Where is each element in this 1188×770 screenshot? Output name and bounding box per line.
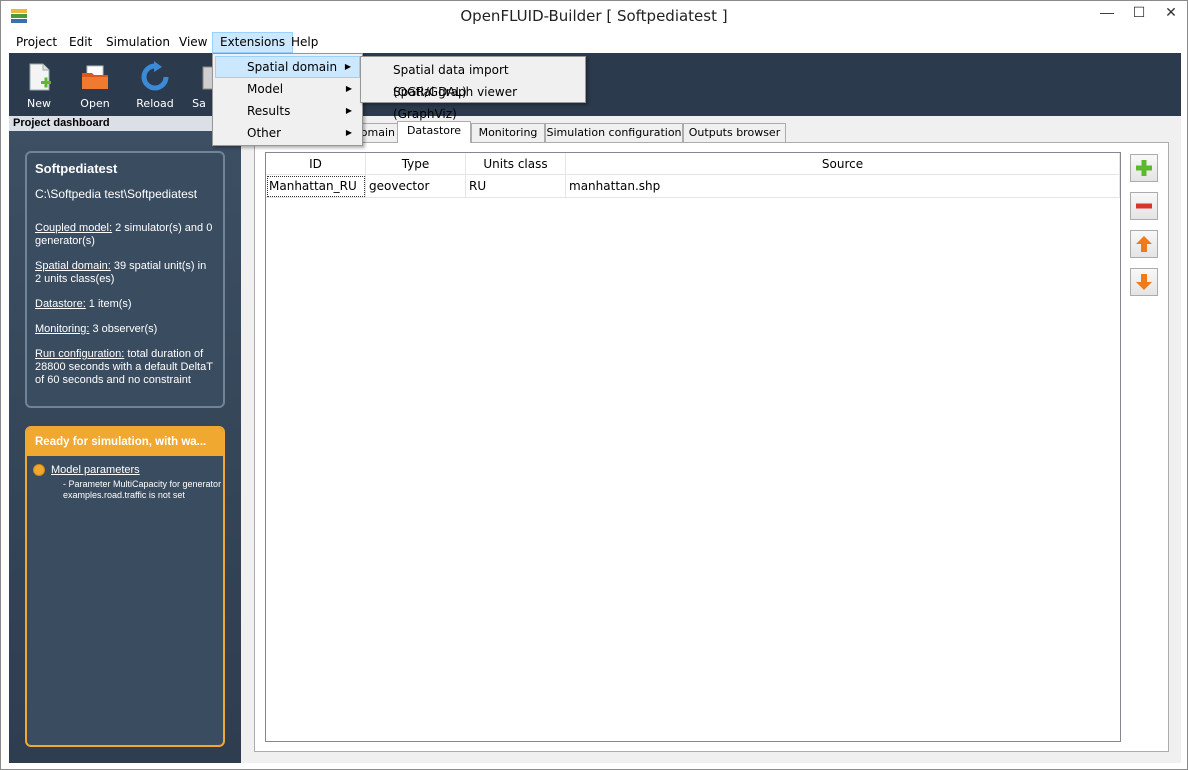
project-info-panel: Softpediatest C:\Softpedia test\Softpedi… [25,151,225,408]
table-cell-id[interactable]: Manhattan_RU [266,175,366,198]
coupled-model-info: Coupled model: 2 simulator(s) and 0 gene… [35,222,215,248]
menu-simulation[interactable]: Simulation [99,32,177,53]
submenu-arrow-icon: ▶ [344,62,351,71]
maximize-button[interactable]: ☐ [1123,1,1155,23]
monitoring-text: 3 observer(s) [89,323,158,335]
move-up-button[interactable] [1130,230,1158,258]
add-item-button[interactable] [1130,154,1158,182]
menu-item-model[interactable]: Model ▶ [215,78,360,100]
column-header-source[interactable]: Source [566,153,1120,175]
simulation-status-panel: Ready for simulation, with wa... Model p… [25,426,225,747]
submenu-arrow-icon: ▶ [345,128,352,137]
column-header-type[interactable]: Type [366,153,466,175]
spatial-domain-link[interactable]: Spatial domain: [35,260,111,272]
new-document-icon [29,63,51,91]
column-header-id[interactable]: ID [266,153,366,175]
monitoring-link[interactable]: Monitoring: [35,323,89,335]
table-cell-source[interactable]: manhattan.shp [566,175,1120,198]
menu-edit[interactable]: Edit [62,32,99,53]
tab-monitoring[interactable]: Monitoring [471,123,545,142]
menu-item-other[interactable]: Other ▶ [215,122,360,144]
extensions-menu: Spatial domain ▶ Model ▶ Results ▶ Other… [212,53,363,146]
project-name: Softpediatest [35,161,118,176]
submenu-arrow-icon: ▶ [345,106,352,115]
menu-view[interactable]: View [172,32,214,53]
menu-item-results-label: Results [247,104,291,118]
run-configuration-link[interactable]: Run configuration: [35,348,124,360]
menu-item-spatial-domain-label: Spatial domain [247,60,338,74]
move-down-icon [1136,274,1152,290]
table-cell-units-class[interactable]: RU [466,175,566,198]
new-button-label: New [27,97,51,110]
reload-button[interactable]: Reload [129,59,181,113]
window-title: OpenFLUID-Builder [ Softpediatest ] [460,7,728,25]
app-window: OpenFLUID-Builder [ Softpediatest ] — ☐ … [0,0,1188,770]
open-button[interactable]: Open [69,59,121,113]
model-parameters-link[interactable]: Model parameters [51,464,140,476]
remove-item-button[interactable] [1130,192,1158,220]
menu-bar: Project Edit Simulation View Extensions … [9,32,1181,53]
menu-item-model-label: Model [247,82,284,96]
menu-project[interactable]: Project [9,32,64,53]
menu-item-spatial-domain[interactable]: Spatial domain ▶ [215,56,360,78]
reload-icon [141,61,169,91]
dashboard-header: Project dashboard [9,116,241,131]
close-button[interactable]: ✕ [1155,1,1187,23]
tab-outputs-browser[interactable]: Outputs browser [683,123,786,142]
open-folder-icon [82,65,108,89]
spatial-domain-submenu: Spatial data import (OGR/GDAL) Spatial g… [360,56,586,121]
main-area: omain Datastore Monitoring Simulation co… [241,116,1181,763]
table-cell-type[interactable]: geovector [366,175,466,198]
reload-button-label: Reload [136,97,174,110]
move-up-icon [1136,236,1152,252]
main-toolbar: New Open Reload Sa [9,53,1181,116]
open-button-label: Open [80,97,110,110]
title-bar: OpenFLUID-Builder [ Softpediatest ] — ☐ … [1,1,1187,32]
menu-item-spatial-graph-viewer[interactable]: Spatial graph viewer (GraphViz) [363,81,583,121]
datastore-link[interactable]: Datastore: [35,298,86,310]
move-down-button[interactable] [1130,268,1158,296]
datastore-table[interactable]: ID Type Units class Source Manhattan_RU … [265,152,1121,742]
status-header: Ready for simulation, with wa... [27,428,223,456]
tab-simulation-configuration[interactable]: Simulation configuration [545,123,683,142]
menu-item-spatial-data-import[interactable]: Spatial data import (OGR/GDAL) [363,59,583,99]
datastore-panel: ID Type Units class Source Manhattan_RU … [254,142,1169,752]
menu-extensions[interactable]: Extensions [212,32,294,53]
add-icon [1136,160,1152,176]
new-button[interactable]: New [13,59,65,113]
menu-help[interactable]: Help [284,32,325,53]
save-icon [202,66,213,90]
status-detail-text: - Parameter MultiCapacity for generator … [63,479,222,500]
menu-item-results[interactable]: Results ▶ [215,100,360,122]
project-dashboard: Softpediatest C:\Softpedia test\Softpedi… [9,131,241,763]
save-button[interactable]: Sa [185,59,213,113]
menu-item-other-label: Other [247,126,282,140]
datastore-text: 1 item(s) [85,298,132,310]
run-configuration-info: Run configuration: total duration of 288… [35,348,215,387]
remove-icon [1136,203,1152,209]
submenu-arrow-icon: ▶ [345,84,352,93]
datastore-info: Datastore: 1 item(s) [35,298,215,311]
warning-dot-icon [33,464,45,476]
project-path: C:\Softpedia test\Softpediatest [35,187,198,201]
spatial-domain-info: Spatial domain: 39 spatial unit(s) in 2 … [35,260,215,286]
monitoring-info: Monitoring: 3 observer(s) [35,323,215,336]
save-button-label: Sa [192,97,206,110]
column-header-units-class[interactable]: Units class [466,153,566,175]
minimize-button[interactable]: — [1091,1,1123,23]
coupled-model-link[interactable]: Coupled model: [35,222,112,234]
